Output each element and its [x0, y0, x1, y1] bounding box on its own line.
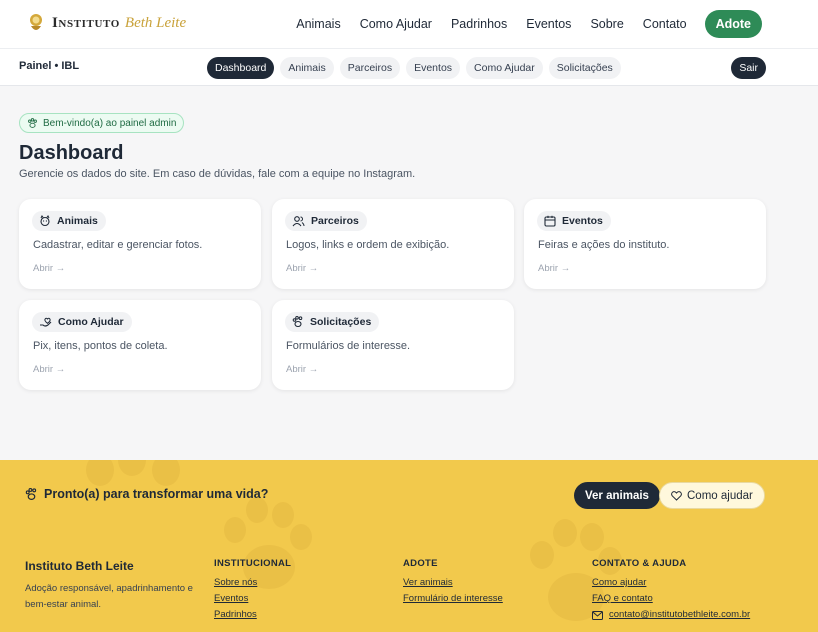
nav-link-animais[interactable]: Animais — [296, 17, 340, 31]
card-chip: Solicitações — [285, 312, 380, 332]
card-title: Como Ajudar — [58, 316, 124, 328]
card-title: Eventos — [562, 215, 603, 227]
tab-solicitacoes[interactable]: Solicitações — [548, 57, 621, 79]
footer-col-heading: ADOTE — [403, 558, 438, 569]
card-description: Feiras e ações do instituto. — [538, 239, 670, 251]
card-chip: Parceiros — [285, 211, 367, 231]
card-open-link[interactable]: Abrir → — [286, 263, 318, 274]
como-ajudar-label: Como ajudar — [687, 489, 753, 502]
calendar-icon — [544, 215, 556, 227]
card-parceiros[interactable]: Parceiros Logos, links e ordem de exibiç… — [272, 199, 514, 289]
nav-link-sobre[interactable]: Sobre — [590, 17, 623, 31]
logout-button[interactable]: Sair — [731, 57, 766, 79]
card-title: Parceiros — [311, 215, 359, 227]
footer-col-heading: INSTITUCIONAL — [214, 558, 292, 569]
card-open-link[interactable]: Abrir → — [33, 263, 65, 274]
nav-link-contato[interactable]: Contato — [643, 17, 687, 31]
site-logo[interactable]: Instituto Beth Leite — [28, 12, 186, 34]
card-description: Formulários de interesse. — [286, 340, 411, 352]
footer-link-sobre-nos[interactable]: Sobre nós — [214, 575, 291, 591]
page-title: Dashboard — [19, 142, 124, 164]
tab-como-ajudar[interactable]: Como Ajudar — [466, 57, 543, 79]
card-chip: Como Ajudar — [32, 312, 132, 332]
top-navbar: Instituto Beth Leite Animais Como Ajudar… — [0, 0, 818, 48]
logo-emblem-icon — [30, 14, 42, 30]
logo-script: Beth Leite — [124, 14, 187, 31]
card-chip: Animais — [32, 211, 106, 231]
card-description: Pix, itens, pontos de coleta. — [33, 340, 168, 352]
paw-icon — [292, 316, 303, 328]
footer-link-formulario[interactable]: Formulário de interesse — [403, 591, 503, 607]
footer-cta-text: Pronto(a) para transformar uma vida? — [44, 487, 269, 501]
site-footer: Pronto(a) para transformar uma vida? Ver… — [0, 460, 818, 632]
card-como-ajudar[interactable]: Como Ajudar Pix, itens, pontos de coleta… — [19, 300, 261, 390]
admin-tabs: Dashboard Animais Parceiros Eventos Como… — [207, 57, 627, 79]
admin-bar: Painel • IBL Dashboard Animais Parceiros… — [0, 48, 818, 86]
footer-link-como-ajudar[interactable]: Como ajudar — [592, 575, 750, 591]
welcome-text: Bem-vindo(a) ao painel admin — [43, 117, 177, 129]
footer-col-contato: CONTATO & AJUDA Como ajudar FAQ e contat… — [592, 558, 750, 623]
users-icon — [292, 216, 305, 227]
card-open-link[interactable]: Abrir → — [286, 364, 318, 375]
card-title: Animais — [57, 215, 98, 227]
tab-parceiros[interactable]: Parceiros — [339, 57, 401, 79]
footer-email-link[interactable]: contato@institutobethleite.com.br — [609, 607, 750, 623]
nav-link-eventos[interactable]: Eventos — [526, 17, 571, 31]
footer-link-eventos[interactable]: Eventos — [214, 591, 291, 607]
panel-title: Painel • IBL — [19, 60, 80, 72]
paw-icon — [28, 117, 37, 128]
footer-cta: Pronto(a) para transformar uma vida? — [25, 487, 268, 501]
footer-brand: Instituto Beth Leite — [25, 559, 134, 573]
dog-icon — [40, 215, 50, 227]
card-title: Solicitações — [310, 316, 372, 328]
hand-heart-icon — [40, 317, 52, 327]
footer-email-row: contato@institutobethleite.com.br — [592, 607, 750, 623]
heart-icon — [671, 490, 682, 501]
card-description: Cadastrar, editar e gerenciar fotos. — [33, 239, 203, 251]
footer-col-institucional: INSTITUCIONAL Sobre nós Eventos Padrinho… — [214, 558, 291, 623]
footer-link-faq[interactable]: FAQ e contato — [592, 591, 750, 607]
page-description: Gerencie os dados do site. Em caso de dú… — [19, 168, 416, 180]
paw-icon — [25, 487, 37, 500]
tab-animais[interactable]: Animais — [280, 57, 334, 79]
logo-name: Instituto — [52, 14, 120, 31]
card-animais[interactable]: Animais Cadastrar, editar e gerenciar fo… — [19, 199, 261, 289]
footer-col-heading: CONTATO & AJUDA — [592, 558, 687, 569]
footer-about: Adoção responsável, apadrinhamento e bem… — [25, 583, 193, 610]
card-open-link[interactable]: Abrir → — [538, 263, 570, 274]
tab-eventos[interactable]: Eventos — [406, 57, 461, 79]
card-solicitacoes[interactable]: Solicitações Formulários de interesse. A… — [272, 300, 514, 390]
welcome-badge: Bem-vindo(a) ao painel admin — [19, 113, 185, 133]
adote-button[interactable]: Adote — [704, 10, 762, 38]
card-open-link[interactable]: Abrir → — [33, 364, 65, 375]
main-nav: Animais Como Ajudar Padrinhos Eventos So… — [277, 10, 762, 38]
footer-col-adote: ADOTE Ver animais Formulário de interess… — [403, 558, 503, 607]
mail-icon — [592, 610, 603, 620]
card-description: Logos, links e ordem de exibição. — [286, 239, 450, 251]
footer-link-padrinhos[interactable]: Padrinhos — [214, 607, 291, 623]
card-eventos[interactable]: Eventos Feiras e ações do instituto. Abr… — [524, 199, 766, 289]
footer-link-ver-animais[interactable]: Ver animais — [403, 575, 503, 591]
nav-link-padrinhos[interactable]: Padrinhos — [451, 17, 507, 31]
nav-link-como-ajudar[interactable]: Como Ajudar — [360, 17, 432, 31]
tab-dashboard[interactable]: Dashboard — [207, 57, 275, 79]
card-chip: Eventos — [537, 211, 611, 231]
como-ajudar-button[interactable]: Como ajudar — [659, 482, 765, 509]
ver-animais-button[interactable]: Ver animais — [574, 482, 660, 509]
